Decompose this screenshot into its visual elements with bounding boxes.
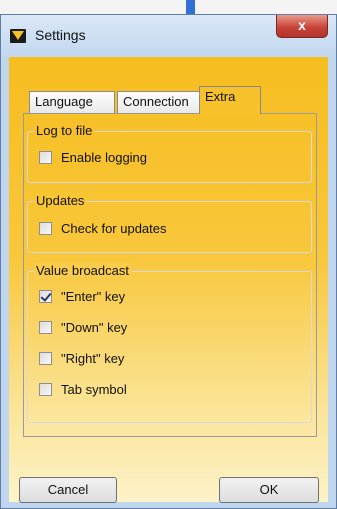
window-title: Settings — [35, 27, 86, 43]
group-title-value-broadcast: Value broadcast — [34, 263, 131, 279]
down-key-checkbox[interactable] — [39, 321, 52, 334]
check-updates-checkbox[interactable] — [39, 222, 52, 235]
right-key-checkbox[interactable] — [39, 352, 52, 365]
background-strip — [0, 0, 337, 14]
tab-connection[interactable]: Connection — [117, 91, 203, 113]
tab-language[interactable]: Language — [29, 91, 115, 113]
group-log-to-file: Log to file Enable logging — [27, 123, 312, 183]
settings-window: Settings x Language Connection Extra Log… — [0, 14, 337, 509]
right-key-label: "Right" key — [61, 351, 125, 366]
close-button[interactable]: x — [276, 15, 328, 38]
cancel-button[interactable]: Cancel — [19, 477, 117, 503]
tab-extra[interactable]: Extra — [199, 86, 261, 114]
enter-key-checkbox[interactable] — [39, 290, 52, 303]
title-bar[interactable]: Settings x — [1, 15, 336, 57]
group-title-log: Log to file — [34, 123, 95, 139]
enter-key-label: "Enter" key — [61, 289, 126, 304]
enable-logging-label: Enable logging — [61, 150, 148, 165]
ok-button[interactable]: OK — [219, 477, 319, 503]
group-updates: Updates Check for updates — [27, 193, 312, 253]
tab-symbol-label: Tab symbol — [61, 382, 127, 397]
app-logo-icon — [10, 29, 26, 43]
background-blue-marker — [186, 0, 195, 14]
group-title-updates: Updates — [34, 193, 87, 209]
enable-logging-checkbox[interactable] — [39, 151, 52, 164]
group-value-broadcast: Value broadcast "Enter" key "Down" key "… — [27, 263, 312, 423]
check-updates-label: Check for updates — [61, 221, 167, 236]
down-key-label: "Down" key — [61, 320, 128, 335]
tab-symbol-checkbox[interactable] — [39, 383, 52, 396]
